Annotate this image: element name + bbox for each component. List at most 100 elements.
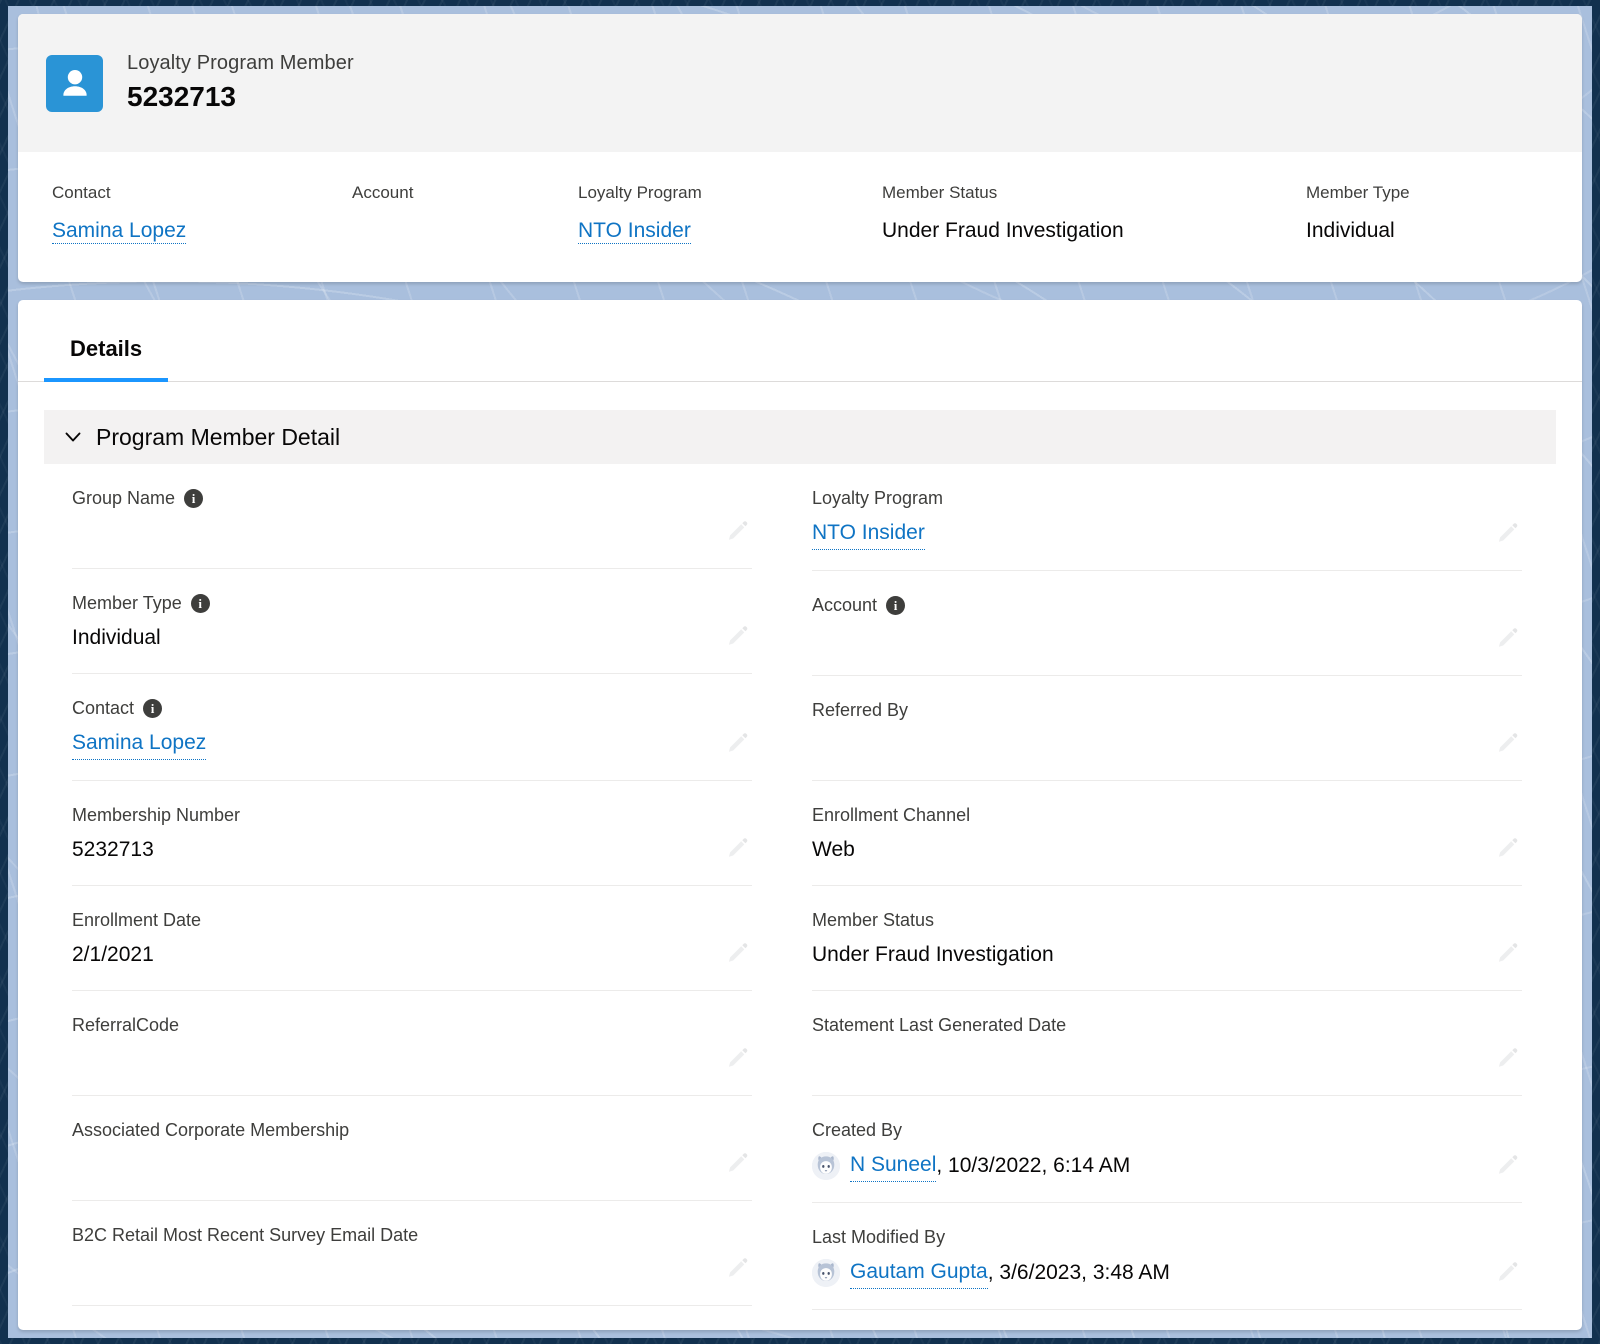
detail-field-value: NTO Insider [812,518,1522,550]
info-icon[interactable]: i [190,593,210,613]
edit-pencil-icon[interactable] [1494,730,1520,756]
detail-field-label: Group Name i [72,486,752,510]
detail-field-value [812,625,1522,655]
detail-field: Loyalty Program NTO Insider [812,464,1522,571]
detail-field-label: ReferralCode [72,1013,752,1037]
detail-field: Member Status Under Fraud Investigation [812,886,1522,991]
edit-pencil-icon[interactable] [724,518,750,544]
edit-pencil-icon[interactable] [724,835,750,861]
detail-field-label: Last Modified By [812,1225,1522,1249]
info-icon[interactable]: i [143,698,163,718]
edit-pencil-icon[interactable] [724,1150,750,1176]
edit-pencil-icon[interactable] [724,623,750,649]
highlight-field: Contact Samina Lopez [52,182,352,246]
detail-field: Group Name i [72,464,752,569]
detail-field-link[interactable]: NTO Insider [812,518,925,550]
detail-field-label-text: Interests [72,1328,141,1330]
edit-pencil-icon[interactable] [724,1255,750,1281]
detail-field-label: Interests [72,1328,752,1330]
detail-field: Contact i Samina Lopez [72,674,752,781]
page-title: 5232713 [127,81,237,112]
detail-field-label: Enrollment Date [72,908,752,932]
detail-field-label: Account i [812,593,1522,617]
detail-field-label-text: Membership Number [72,805,241,825]
detail-field-label-text: Group Name [72,488,176,508]
detail-field-label: Member Status [812,908,1522,932]
chevron-down-icon [62,426,84,448]
detail-field-label: Member Type i [72,591,752,615]
edit-pencil-icon[interactable] [724,730,750,756]
highlight-field: Member Status Under Fraud Investigation [882,182,1306,246]
detail-field-label-text: Account [812,595,878,615]
edit-pencil-icon[interactable] [1494,1152,1520,1178]
person-icon [46,54,103,112]
detail-field: ReferralCode [72,991,752,1096]
tab-bar: Details [18,300,1582,382]
highlight-field: Member Type Individual [1306,182,1566,246]
detail-field-label: Enrollment Channel [812,803,1522,827]
detail-field-label-text: ReferralCode [72,1015,180,1035]
user-link[interactable]: Gautam Gupta [850,1257,988,1289]
detail-field-value [72,518,752,548]
highlight-field-label: Member Status [882,183,998,202]
section-title: Program Member Detail [96,424,341,450]
section-header-toggle[interactable]: Program Member Detail [44,410,1556,464]
highlight-field-label: Account [352,183,414,202]
edit-pencil-icon[interactable] [1494,940,1520,966]
detail-field: Associated Corporate Membership [72,1096,752,1201]
highlights-fields: Contact Samina Lopez Account Loyalty Progra… [18,152,1582,246]
detail-field-value: Samina Lopez [72,728,752,760]
detail-field: Member Type i Individual [72,569,752,674]
info-icon[interactable]: i [184,488,204,508]
astro-avatar-icon [812,1152,840,1180]
highlight-field-value: Individual [1306,219,1395,242]
detail-field: Referred By [812,676,1522,781]
detail-field-label-text: Associated Corporate Membership [72,1120,350,1140]
highlight-field-label: Loyalty Program [578,183,702,202]
edit-pencil-icon[interactable] [724,1045,750,1071]
tab-details[interactable]: Details [44,336,169,382]
detail-field: Account i [812,571,1522,676]
edit-pencil-icon[interactable] [1494,520,1520,546]
detail-field: Interests [72,1306,752,1330]
edit-pencil-icon[interactable] [1494,1045,1520,1071]
detail-field-label-text: Loyalty Program [812,488,944,508]
highlight-field-value: NTO Insider [578,216,882,246]
detail-field-label-text: Last Modified By [812,1227,946,1247]
detail-field-value: Web [812,838,855,861]
detail-field: Membership Number 5232713 [72,781,752,886]
detail-field-label: Contact i [72,696,752,720]
highlight-field-link[interactable]: NTO Insider [578,219,691,244]
info-icon[interactable]: i [886,595,906,615]
detail-field-label-text: Enrollment Date [72,910,202,930]
highlight-field-value [352,216,578,246]
detail-field-label: Referred By [812,698,1522,722]
edit-pencil-icon[interactable] [1494,625,1520,651]
edit-pencil-icon[interactable] [1494,1259,1520,1285]
highlight-field-label: Member Type [1306,183,1410,202]
field-column-right: Loyalty Program NTO Insider Account i Referr… [800,464,1552,1330]
highlight-field-label: Contact [52,183,111,202]
detail-field: Last Activity Date [812,1310,1522,1330]
detail-field-value [812,730,1522,760]
detail-field-label-text: Contact [72,698,135,718]
detail-field-value: Individual [72,626,161,649]
user-link[interactable]: N Suneel [850,1150,937,1182]
highlight-field: Loyalty Program NTO Insider [578,182,882,246]
detail-field-label-text: Member Status [812,910,935,930]
detail-field: B2C Retail Most Recent Survey Email Date [72,1201,752,1306]
detail-field: Created By N Suneel, 10/3/2022, 6:14 AM [812,1096,1522,1203]
detail-field-link[interactable]: Samina Lopez [72,728,207,760]
detail-field: Last Modified By Gautam Gupta, 3/6/2023, … [812,1203,1522,1310]
detail-field-value [72,1045,752,1075]
field-grid: Group Name i Member Type i Individual Contact… [44,464,1556,1330]
detail-field-value: 2/1/2021 [72,943,154,966]
highlight-field-link[interactable]: Samina Lopez [52,219,187,244]
detail-field-value [72,1255,752,1285]
highlight-field: Account [352,182,578,246]
timestamp: , 10/3/2022, 6:14 AM [936,1154,1131,1177]
edit-pencil-icon[interactable] [1494,835,1520,861]
object-label: Loyalty Program Member [127,52,354,74]
edit-pencil-icon[interactable] [724,940,750,966]
detail-field-label: Statement Last Generated Date [812,1013,1522,1037]
